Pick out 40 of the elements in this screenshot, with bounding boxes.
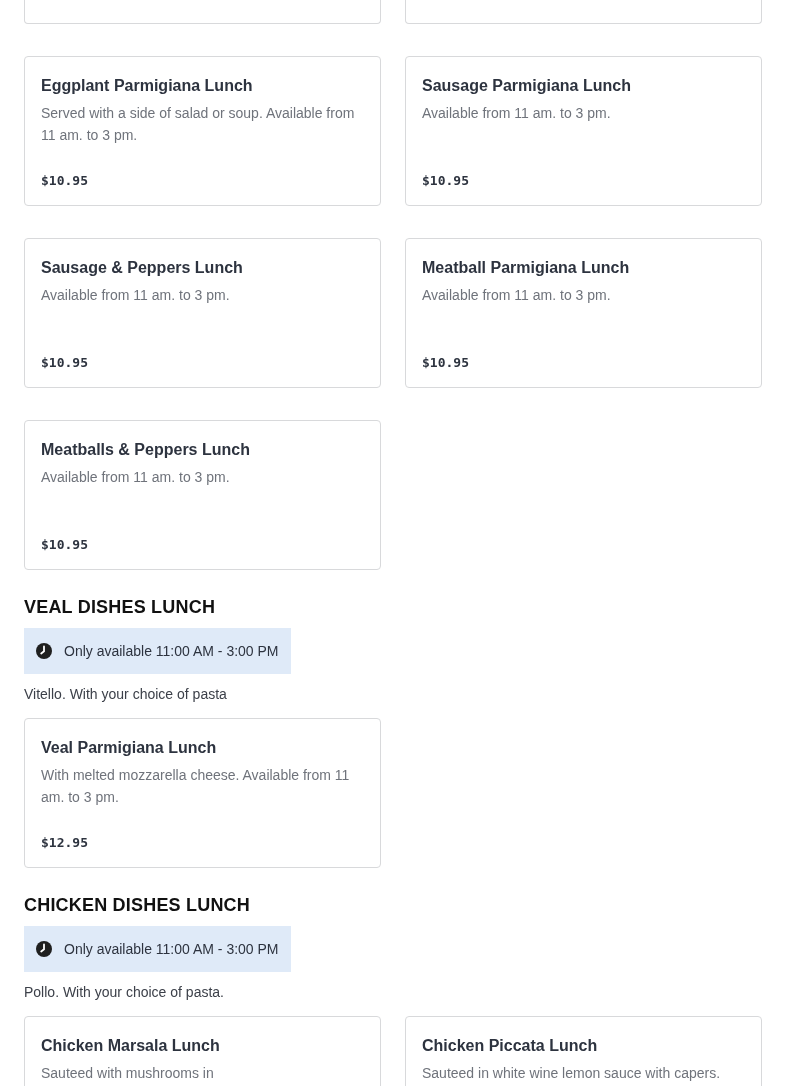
item-description: Available from 11 am. to 3 pm.	[422, 104, 612, 123]
item-name: Sausage Parmigiana Lunch	[422, 76, 632, 96]
item-price: $10.95	[41, 537, 89, 552]
item-description: Sauteed with mushrooms in	[41, 1064, 215, 1083]
clock-icon	[36, 941, 52, 957]
section-heading: CHICKEN DISHES LUNCH	[24, 894, 251, 916]
item-name: Sausage & Peppers Lunch	[41, 258, 244, 278]
section-heading: VEAL DISHES LUNCH	[24, 596, 217, 618]
item-name: Chicken Piccata Lunch	[422, 1036, 599, 1056]
menu-card[interactable]	[24, 0, 381, 24]
clock-icon	[36, 643, 52, 659]
item-name: Eggplant Parmigiana Lunch	[41, 76, 254, 96]
availability-text: Only available 11:00 AM - 3:00 PM	[64, 643, 279, 659]
section-description: Pollo. With your choice of pasta.	[24, 984, 225, 1000]
menu-card[interactable]	[405, 0, 762, 24]
item-description: Available from 11 am. to 3 pm.	[41, 286, 231, 305]
item-name: Meatball Parmigiana Lunch	[422, 258, 631, 278]
menu-card[interactable]: Sausage & Peppers Lunch Available from 11 am. to 3 pm. $10.95	[24, 238, 381, 388]
menu-card[interactable]: Chicken Piccata Lunch Sauteed in white wine lemon sauce with capers.	[405, 1016, 762, 1086]
item-price: $12.95	[41, 835, 89, 850]
item-price: $10.95	[41, 355, 89, 370]
menu-card[interactable]: Veal Parmigiana Lunch With melted mozzarella cheese. Available from 11 am. to 3 pm. $12.95	[24, 718, 381, 868]
menu-card[interactable]: Meatballs & Peppers Lunch Available from 11 am. to 3 pm. $10.95	[24, 420, 381, 570]
availability-text: Only available 11:00 AM - 3:00 PM	[64, 941, 279, 957]
menu-card[interactable]: Chicken Marsala Lunch Sauteed with mushrooms in	[24, 1016, 381, 1086]
item-price: $10.95	[422, 355, 470, 370]
menu-card[interactable]: Meatball Parmigiana Lunch Available from 11 am. to 3 pm. $10.95	[405, 238, 762, 388]
item-description: Available from 11 am. to 3 pm.	[422, 286, 612, 305]
item-price: $10.95	[422, 173, 470, 188]
item-description: With melted mozzarella cheese. Available from 11 am. to 3 pm.	[41, 766, 351, 807]
section-description: Vitello. With your choice of pasta	[24, 686, 228, 702]
item-name: Chicken Marsala Lunch	[41, 1036, 221, 1056]
menu-card[interactable]: Sausage Parmigiana Lunch Available from 11 am. to 3 pm. $10.95	[405, 56, 762, 206]
menu-card[interactable]: Eggplant Parmigiana Lunch Served with a side of salad or soup. Available from 11 am. to 3 pm. $10.95	[24, 56, 381, 206]
item-name: Meatballs & Peppers Lunch	[41, 440, 251, 460]
item-description: Served with a side of salad or soup. Available from 11 am. to 3 pm.	[41, 104, 356, 145]
item-price: $10.95	[41, 173, 89, 188]
item-description: Sauteed in white wine lemon sauce with capers.	[422, 1064, 722, 1083]
item-description: Available from 11 am. to 3 pm.	[41, 468, 231, 487]
item-name: Veal Parmigiana Lunch	[41, 738, 218, 758]
